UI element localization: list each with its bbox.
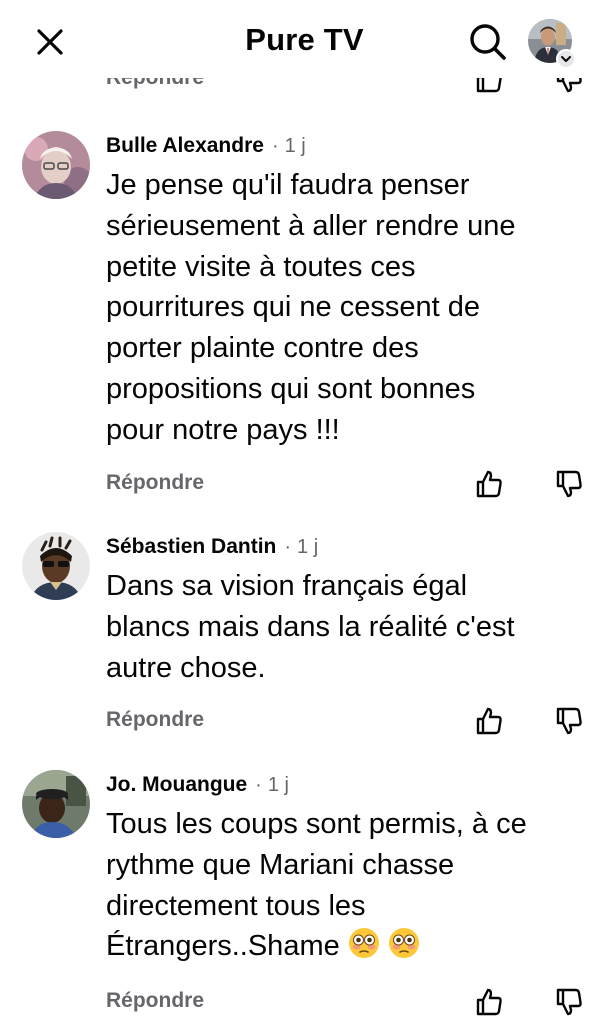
chevron-down-icon: [561, 56, 571, 62]
separator: ·: [284, 535, 292, 558]
thumbs-up-icon: [476, 707, 502, 735]
comment-meta: Jo. Mouangue · 1 j: [106, 770, 289, 800]
dislike-button[interactable]: [552, 467, 586, 501]
comment-actions: Répondre: [0, 467, 609, 503]
comment-time: 1 j: [284, 134, 306, 157]
reply-button[interactable]: Répondre: [106, 471, 204, 495]
thumbs-down-icon: [556, 988, 582, 1016]
comment-time: 1 j: [297, 535, 319, 558]
flushed-face-icon: [348, 927, 380, 971]
dislike-button[interactable]: [552, 985, 586, 1019]
reply-button[interactable]: Répondre: [106, 708, 204, 732]
comment-time: 1 j: [267, 773, 289, 796]
like-button[interactable]: [472, 704, 506, 738]
comment-text: Dans sa vision français égal blancs mais…: [106, 570, 515, 684]
top-bar: Pure TV: [0, 0, 609, 78]
reply-button[interactable]: Répondre: [106, 989, 204, 1013]
separator: ·: [271, 134, 279, 157]
like-button[interactable]: [472, 467, 506, 501]
comment-author[interactable]: Bulle Alexandre: [106, 134, 264, 158]
page-title: Pure TV: [245, 22, 364, 57]
comment-author[interactable]: Jo. Mouangue: [106, 773, 247, 797]
avatar[interactable]: [22, 532, 90, 600]
separator: ·: [255, 773, 262, 796]
comment-author[interactable]: Sébastien Dantin: [106, 535, 276, 559]
thumbs-down-icon: [556, 470, 582, 498]
comment: Sébastien Dantin · 1 j Dans sa vision fr…: [0, 532, 609, 752]
comment: Jo. Mouangue · 1 j Tous les coups sont p…: [0, 770, 609, 1030]
comment-meta: Bulle Alexandre · 1 j: [106, 131, 306, 161]
comment-text: Tous les coups sont permis, à ce rythme …: [106, 804, 586, 971]
avatar[interactable]: [22, 131, 90, 199]
profile-menu-button[interactable]: [528, 19, 576, 69]
thumbs-down-icon: [556, 707, 582, 735]
like-button[interactable]: [472, 985, 506, 1019]
comment-actions: Répondre: [0, 704, 609, 740]
flushed-face-icon: [388, 927, 420, 971]
chevron-down-badge: [556, 49, 576, 69]
search-icon: [470, 24, 506, 60]
thumbs-up-icon: [476, 988, 502, 1016]
dislike-button[interactable]: [552, 704, 586, 738]
comment: Bulle Alexandre · 1 j Je pense qu'il fau…: [0, 131, 609, 511]
avatar[interactable]: [22, 770, 90, 838]
thumbs-up-icon: [476, 470, 502, 498]
comment-text: Je pense qu'il faudra penser sérieusemen…: [106, 169, 516, 446]
comment-actions: Répondre: [0, 985, 609, 1021]
search-button[interactable]: [466, 20, 510, 64]
comment-meta: Sébastien Dantin · 1 j: [106, 532, 318, 562]
